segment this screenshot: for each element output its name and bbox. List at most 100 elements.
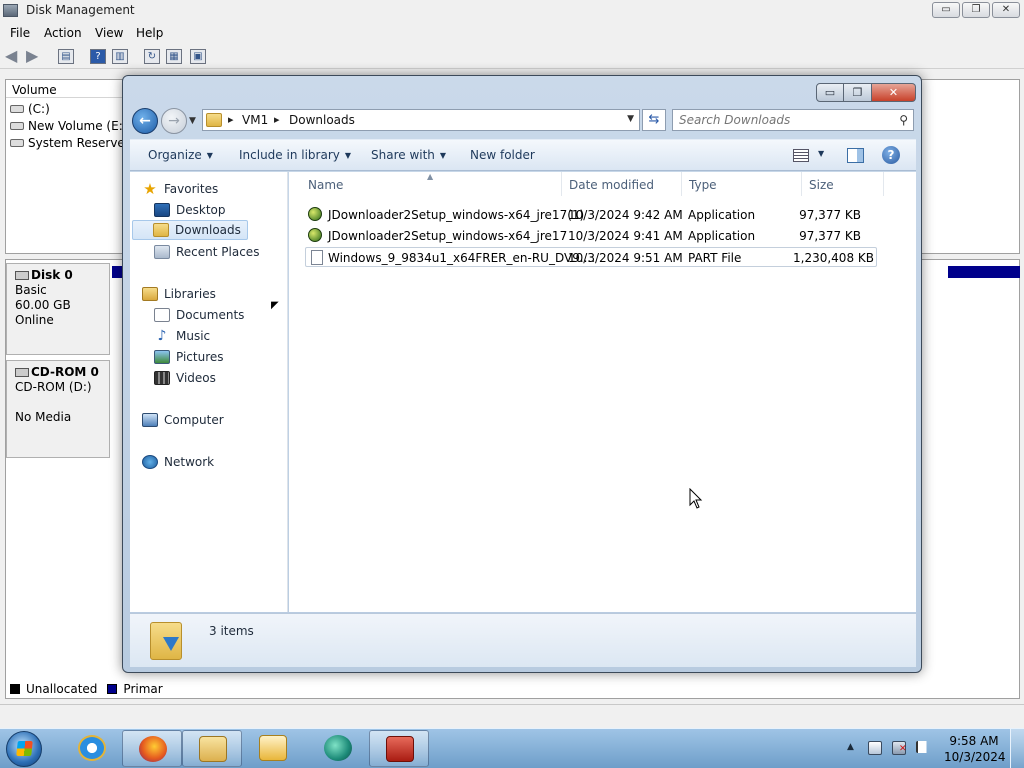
dm-minimize-button[interactable]: ▭: [932, 2, 960, 18]
breadcrumb-vm1[interactable]: VM1: [242, 113, 268, 127]
address-dropdown[interactable]: ▼: [627, 114, 634, 124]
disk-name: CD-ROM 0: [31, 365, 99, 379]
desktop-icon: [154, 203, 170, 217]
column-header-size[interactable]: Size: [809, 178, 834, 192]
nav-computer[interactable]: Computer: [142, 410, 224, 430]
forward-arrow-icon[interactable]: ▶: [26, 48, 38, 64]
refresh-icon[interactable]: ↻: [144, 49, 160, 64]
properties-icon[interactable]: ▣: [190, 49, 206, 64]
dm-maximize-button[interactable]: ❐: [962, 2, 990, 18]
search-icon[interactable]: ⚲: [899, 113, 908, 127]
new-folder-button[interactable]: New folder: [470, 148, 535, 162]
start-button[interactable]: [6, 731, 42, 767]
unallocated-swatch: [10, 684, 20, 694]
menu-action[interactable]: Action: [44, 26, 82, 40]
clock-time: 9:58 AM: [949, 734, 999, 748]
organize-button[interactable]: Organize ▼: [148, 148, 213, 162]
column-divider[interactable]: [561, 172, 562, 196]
action-center-flag-icon[interactable]: [916, 741, 930, 753]
menu-file[interactable]: File: [10, 26, 30, 40]
column-header-type[interactable]: Type: [689, 178, 717, 192]
documents-icon: [154, 308, 170, 322]
recent-pages-dropdown[interactable]: ▼: [189, 116, 196, 126]
nav-videos[interactable]: Videos: [154, 368, 216, 388]
file-row[interactable]: JDownloader2Setup_windows-x64_jre17(1) 1…: [305, 205, 877, 225]
hard-disk-icon: [15, 271, 29, 280]
help-book-icon[interactable]: ?: [90, 49, 106, 64]
action-pane-icon[interactable]: ▥: [112, 49, 128, 64]
nav-label: Downloads: [175, 223, 241, 237]
refresh-button[interactable]: ⇆: [642, 109, 666, 131]
volume-label: (C:): [28, 102, 50, 116]
breadcrumb-separator[interactable]: ▸: [228, 113, 234, 126]
nav-pictures[interactable]: Pictures: [154, 347, 224, 367]
taskbar-media-player[interactable]: [243, 730, 303, 767]
taskbar-firefox[interactable]: [122, 730, 182, 767]
show-desktop-button[interactable]: [1010, 729, 1024, 768]
volume-label: New Volume (E:): [28, 119, 128, 133]
show-hide-console-icon[interactable]: ▤: [58, 49, 74, 64]
menu-help[interactable]: Help: [136, 26, 163, 40]
maximize-button[interactable]: ❐: [844, 83, 872, 102]
system-clock[interactable]: 9:58 AM 10/3/2024: [944, 733, 1006, 765]
volume-item[interactable]: System Reserved: [10, 136, 132, 150]
app-icon: [308, 228, 322, 242]
search-box[interactable]: ⚲: [672, 109, 914, 131]
column-divider[interactable]: [681, 172, 682, 196]
nav-downloads[interactable]: Downloads: [132, 220, 248, 240]
legend-label: Primar: [123, 682, 163, 696]
nav-libraries[interactable]: Libraries: [142, 284, 216, 304]
dm-close-button[interactable]: ✕: [992, 2, 1020, 18]
volume-muted-icon[interactable]: [892, 741, 907, 755]
taskbar-disk-management[interactable]: [369, 730, 429, 767]
minimize-button[interactable]: ▭: [816, 83, 844, 102]
back-button[interactable]: ←: [132, 108, 158, 134]
rescan-icon[interactable]: ▦: [166, 49, 182, 64]
taskbar-app[interactable]: [308, 730, 368, 767]
address-bar[interactable]: ▸ VM1 ▸ Downloads ▼: [202, 109, 640, 131]
partition-bar[interactable]: [948, 266, 1020, 278]
disk-0-info[interactable]: Disk 0 Basic 60.00 GB Online: [6, 263, 110, 355]
nav-recent-places[interactable]: Recent Places: [154, 242, 259, 262]
file-size: 97,377 KB: [799, 208, 861, 222]
nav-documents[interactable]: Documents: [154, 305, 244, 325]
search-input[interactable]: [679, 112, 889, 128]
network-tray-icon[interactable]: [868, 741, 882, 755]
column-header-date-modified[interactable]: Date modified: [569, 178, 654, 192]
pictures-icon: [154, 350, 170, 364]
file-row[interactable]: JDownloader2Setup_windows-x64_jre17 10/3…: [305, 226, 877, 246]
back-arrow-icon[interactable]: ◀: [5, 48, 17, 64]
file-name: JDownloader2Setup_windows-x64_jre17(1): [328, 208, 585, 222]
taskbar-windows-explorer[interactable]: [182, 730, 242, 767]
volume-column-header[interactable]: Volume: [6, 80, 124, 98]
volume-item[interactable]: (C:): [10, 102, 50, 116]
file-size: 97,377 KB: [799, 229, 861, 243]
help-icon[interactable]: ?: [882, 146, 900, 164]
column-divider[interactable]: [883, 172, 884, 196]
file-row[interactable]: Windows_9_9834u1_x64FRER_en-RU_DV9.... 1…: [305, 247, 877, 267]
nav-favorites[interactable]: ★ Favorites: [142, 179, 218, 199]
nav-label: Recent Places: [176, 245, 260, 259]
cdrom-0-info[interactable]: CD-ROM 0 CD-ROM (D:) No Media: [6, 360, 110, 458]
show-hidden-icons-button[interactable]: ▲: [847, 742, 854, 752]
close-button[interactable]: ✕: [872, 83, 916, 102]
breadcrumb-downloads[interactable]: Downloads: [289, 113, 355, 127]
include-in-library-button[interactable]: Include in library ▼: [239, 148, 351, 162]
volume-item[interactable]: New Volume (E:): [10, 119, 127, 133]
taskbar-internet-explorer[interactable]: [62, 730, 122, 767]
preview-pane-icon[interactable]: [847, 148, 864, 163]
breadcrumb-separator[interactable]: ▸: [274, 113, 280, 126]
column-divider[interactable]: [801, 172, 802, 196]
nav-network[interactable]: Network: [142, 452, 214, 472]
primary-swatch: [107, 684, 118, 694]
volume-icon: [10, 139, 24, 147]
menu-view[interactable]: View: [95, 26, 123, 40]
nav-music[interactable]: ♪ Music: [154, 326, 211, 346]
share-with-button[interactable]: Share with ▼: [371, 148, 446, 162]
forward-button[interactable]: →: [161, 108, 187, 134]
column-header-name[interactable]: Name: [308, 178, 343, 192]
dm-statusbar: [0, 704, 1024, 726]
view-options-dropdown[interactable]: ▼: [818, 149, 824, 158]
nav-desktop[interactable]: Desktop: [154, 200, 226, 220]
change-view-icon[interactable]: [793, 149, 809, 162]
